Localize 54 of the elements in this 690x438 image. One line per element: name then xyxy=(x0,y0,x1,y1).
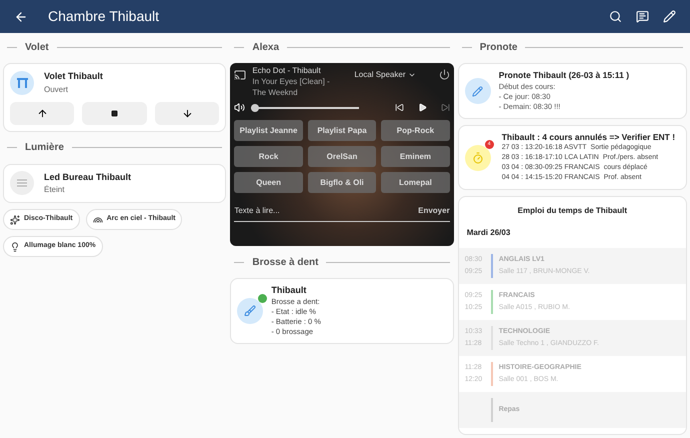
section-title: Lumière xyxy=(24,141,65,155)
playlist-button[interactable]: Lomepal xyxy=(381,172,450,193)
stop-button[interactable] xyxy=(82,102,147,124)
volume-slider[interactable] xyxy=(251,104,360,112)
card-title: Thibault : 4 cours annulés => Verifier ENT ! xyxy=(502,132,676,142)
playlist-button[interactable]: Playlist Papa xyxy=(308,120,376,141)
cast-icon[interactable] xyxy=(234,69,246,81)
section-title: Alexa xyxy=(251,40,280,54)
device-state: Ouvert xyxy=(44,84,70,96)
edit-icon[interactable] xyxy=(663,10,676,23)
section-title: Volet xyxy=(24,40,50,54)
playlist-button[interactable]: Rock xyxy=(234,146,303,167)
power-icon[interactable] xyxy=(438,69,450,80)
section-title: Brosse à dent xyxy=(251,256,320,270)
device-name: Thibault xyxy=(271,285,308,295)
rainbow-icon xyxy=(92,214,103,224)
tts-input-field[interactable]: Texte à lire... xyxy=(234,205,418,217)
playlist-button[interactable]: Playlist Jeanne xyxy=(234,120,303,141)
page-title: Chambre Thibault xyxy=(48,7,160,26)
playlist-button[interactable]: Bigflo & Oli xyxy=(308,172,376,193)
sparkle-icon xyxy=(10,214,20,224)
shutter-icon xyxy=(10,70,34,95)
day-label: Mardi 26/03 xyxy=(466,227,512,239)
toothbrush-icon xyxy=(244,305,256,317)
device-name: Led Bureau Thibault xyxy=(44,170,132,184)
pencil-icon xyxy=(464,78,491,104)
section-title: Pronote xyxy=(478,40,518,54)
next-icon[interactable] xyxy=(440,103,450,112)
track-title: In Your Eyes [Clean] - The Weeknd xyxy=(252,76,331,98)
playlist-button[interactable]: Pop-Rock xyxy=(381,120,450,141)
card-title: Pronote Thibault (26-03 à 15:11 ) xyxy=(498,70,630,80)
playlist-button[interactable]: Eminem xyxy=(381,146,450,167)
device-name: Volet Thibault xyxy=(44,70,103,83)
status-badge xyxy=(258,294,268,303)
timer-icon xyxy=(464,144,491,170)
previous-icon[interactable] xyxy=(394,103,404,112)
arrow-up-icon xyxy=(36,108,48,118)
search-icon[interactable] xyxy=(609,10,622,23)
back-icon[interactable] xyxy=(14,10,28,24)
timetable-title: Emploi du temps de Thibault xyxy=(516,205,628,217)
arrow-down-icon xyxy=(182,108,193,118)
volume-icon[interactable] xyxy=(234,102,246,113)
chevron-icon xyxy=(408,71,416,79)
stop-icon xyxy=(111,110,118,116)
play-icon[interactable] xyxy=(418,103,427,112)
volume-thumb[interactable] xyxy=(251,104,260,112)
playlist-button[interactable]: OrelSan xyxy=(308,146,376,167)
device-state: Éteint xyxy=(44,184,66,196)
chat-icon[interactable] xyxy=(636,10,649,23)
device-name: Echo Dot - Thibault xyxy=(252,65,322,76)
playlist-button[interactable]: Queen xyxy=(234,172,303,193)
source-select[interactable]: Local Speaker xyxy=(354,69,416,81)
send-button[interactable]: Envoyer xyxy=(418,205,450,217)
bulb-icon xyxy=(10,242,20,252)
